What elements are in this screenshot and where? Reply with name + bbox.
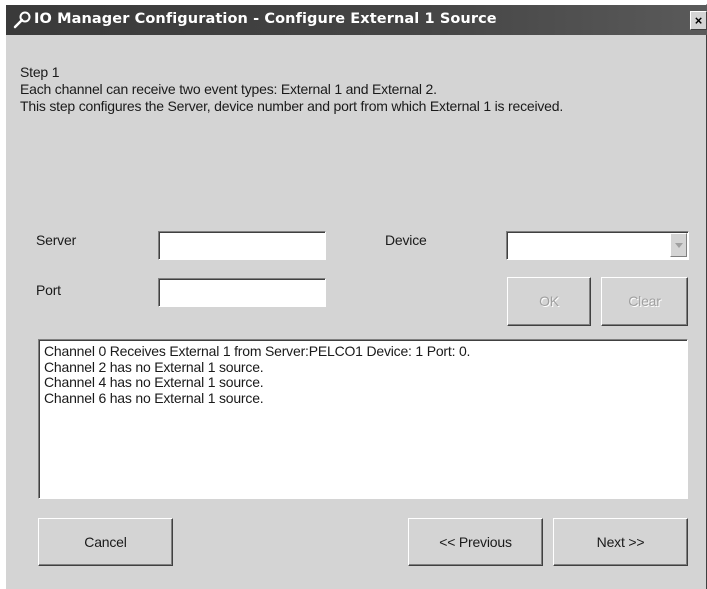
list-item[interactable]: Channel 6 has no External 1 source. [44, 390, 687, 407]
close-button[interactable]: × [690, 11, 707, 30]
port-input[interactable] [158, 278, 326, 307]
port-label: Port [36, 282, 61, 298]
server-input[interactable] [158, 231, 326, 260]
server-label: Server [36, 232, 77, 248]
clear-button[interactable]: Clear [601, 277, 688, 326]
title-bar[interactable]: IO Manager Configuration - Configure Ext… [6, 5, 707, 35]
list-item[interactable]: Channel 2 has no External 1 source. [44, 359, 687, 376]
next-button[interactable]: Next >> [553, 518, 688, 566]
dialog-window: IO Manager Configuration - Configure Ext… [5, 4, 707, 589]
list-item[interactable]: Channel 4 has no External 1 source. [44, 374, 687, 391]
ok-button[interactable]: OK [507, 277, 591, 326]
list-item[interactable]: Channel 0 Receives External 1 from Serve… [44, 343, 687, 360]
previous-button[interactable]: << Previous [408, 518, 543, 566]
channel-list[interactable]: Channel 0 Receives External 1 from Serve… [38, 339, 688, 499]
chevron-down-icon[interactable] [670, 233, 687, 257]
window-title: IO Manager Configuration - Configure Ext… [34, 11, 497, 27]
device-select[interactable] [506, 231, 689, 260]
step-label: Step 1 [20, 64, 60, 80]
intro-line-1: Each channel can receive two event types… [20, 81, 437, 97]
cancel-button[interactable]: Cancel [38, 518, 173, 566]
device-label: Device [385, 232, 427, 248]
intro-line-2: This step configures the Server, device … [20, 98, 564, 114]
wrench-icon [13, 11, 31, 29]
